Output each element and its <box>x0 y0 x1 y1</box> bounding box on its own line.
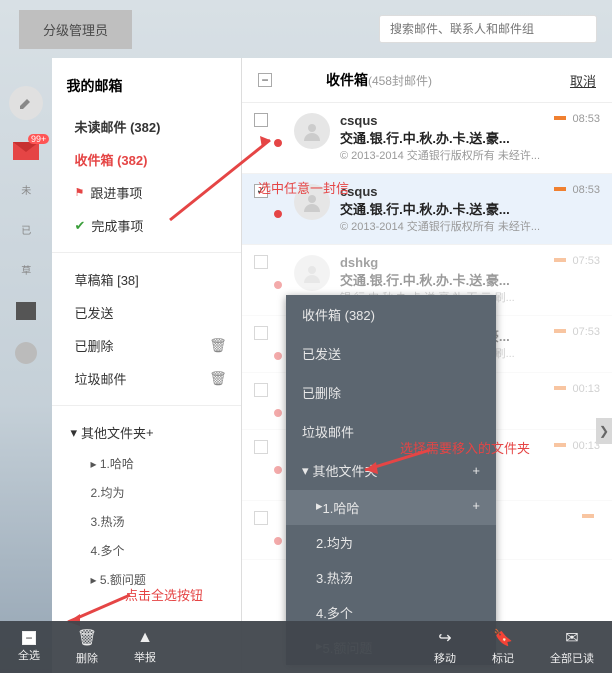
mail-checkbox[interactable] <box>254 440 268 454</box>
sidebar-spam[interactable]: 垃圾邮件🗑 <box>52 362 240 395</box>
mail-time: 00:13 <box>540 440 600 490</box>
pencil-icon <box>18 95 34 111</box>
sidebar-sent[interactable]: 已发送 <box>52 296 240 329</box>
avatar-icon <box>294 113 330 149</box>
mail-checkbox[interactable] <box>254 255 268 269</box>
sidebar-folder-item[interactable]: 2.均为 <box>52 478 240 507</box>
delete-button[interactable]: 🗑删除 <box>58 628 116 666</box>
unread-dot <box>274 210 282 218</box>
plus-icon[interactable]: + <box>472 463 480 478</box>
sidebar-inbox[interactable]: 收件箱 (382) <box>52 143 240 176</box>
sidebar-folder-item[interactable]: ▸ 5.额问题 <box>52 565 240 594</box>
mail-subject: 交通.银.行.中.秋.办.卡.送.豪... <box>340 199 540 218</box>
mail-time: 00:13 <box>540 383 600 419</box>
add-folder-icon[interactable]: + <box>146 425 154 440</box>
rail-label-1[interactable]: 未 <box>12 182 40 200</box>
left-rail: 99+ 未 已 草 <box>0 58 52 673</box>
unread-dot <box>274 139 282 147</box>
chevron-down-icon: ▾ <box>70 425 77 441</box>
move-popup: 收件箱 (382) 已发送 已删除 垃圾邮件 ▾其他文件夹+ ▸ 1.哈哈+ 2… <box>286 295 496 665</box>
mail-open-icon: ✉ <box>565 628 578 648</box>
move-icon: ↪ <box>438 628 451 648</box>
sidebar: 我的邮箱 未读邮件 (382) 收件箱 (382) ⚑跟进事项 ✔完成事项 草稿… <box>52 58 241 673</box>
mail-checkbox[interactable] <box>254 383 268 397</box>
mail-time: 08:53 <box>540 113 600 163</box>
sidebar-unread[interactable]: 未读邮件 (382) <box>52 110 240 143</box>
popup-inbox[interactable]: 收件箱 (382) <box>286 295 496 334</box>
unread-dot <box>274 409 282 417</box>
popup-folders-header[interactable]: ▾其他文件夹+ <box>286 451 496 490</box>
popup-deleted[interactable]: 已删除 <box>286 373 496 412</box>
unread-dot <box>274 281 282 289</box>
sidebar-deleted[interactable]: 已删除🗑 <box>52 329 240 362</box>
avatar-icon <box>294 255 330 291</box>
mail-sender: dshkg <box>340 255 540 270</box>
mail-summary: © 2013-2014 交通银行版权所有 未经许... <box>340 147 540 163</box>
mail-icon-wrap[interactable]: 99+ <box>13 142 39 160</box>
unread-dot <box>274 352 282 360</box>
mail-checkbox[interactable] <box>254 113 268 127</box>
select-all-button[interactable]: 全选 <box>0 631 58 663</box>
mail-time: 08:53 <box>540 184 600 234</box>
cancel-link[interactable]: 取消 <box>570 71 596 90</box>
mail-checkbox[interactable] <box>254 184 268 198</box>
check-icon: ✔ <box>74 218 85 234</box>
trash-icon[interactable]: 🗑 <box>209 337 227 354</box>
mail-sender: csqus <box>340 113 540 128</box>
bookmark-icon: 🔖 <box>493 628 513 648</box>
trash-icon[interactable]: 🗑 <box>209 370 227 387</box>
sidebar-folder-item[interactable]: 3.热汤 <box>52 507 240 536</box>
mail-subject: 交通.银.行.中.秋.办.卡.送.豪... <box>340 270 540 289</box>
report-button[interactable]: ▲举报 <box>116 629 174 665</box>
mail-time: 07:53 <box>540 255 600 305</box>
mail-sender: csqus <box>340 184 540 199</box>
mail-subject: 交通.银.行.中.秋.办.卡.送.豪... <box>340 128 540 147</box>
popup-sent[interactable]: 已发送 <box>286 334 496 373</box>
sidebar-folder-item[interactable]: ▸ 1.哈哈 <box>52 449 240 478</box>
move-button[interactable]: ↪移动 <box>416 628 474 666</box>
plus-icon[interactable]: + <box>472 498 480 517</box>
content-header: 收件箱(458封邮件) 取消 <box>242 58 612 103</box>
mail-icon <box>13 142 39 160</box>
compose-button[interactable] <box>9 86 43 120</box>
mail-summary: © 2013-2014 交通银行版权所有 未经许... <box>340 218 540 234</box>
read-all-button[interactable]: ✉全部已读 <box>532 628 612 666</box>
popup-folder-item[interactable]: 2.均为 <box>286 525 496 560</box>
admin-button[interactable]: 分级管理员 <box>19 10 132 49</box>
sidebar-folders-header[interactable]: ▾其他文件夹+ <box>52 416 240 449</box>
mark-button[interactable]: 🔖标记 <box>474 628 532 666</box>
flag-icon: ⚑ <box>74 186 84 199</box>
sidebar-done[interactable]: ✔完成事项 <box>52 209 240 242</box>
popup-folder-item[interactable]: ▸ 1.哈哈+ <box>286 490 496 525</box>
mail-time <box>540 511 600 549</box>
unread-badge: 99+ <box>28 134 49 144</box>
popup-spam[interactable]: 垃圾邮件 <box>286 412 496 451</box>
sidebar-follow[interactable]: ⚑跟进事项 <box>52 176 240 209</box>
mail-time: 07:53 <box>540 326 600 362</box>
popup-folder-item[interactable]: 3.热汤 <box>286 560 496 595</box>
profile-icon[interactable] <box>15 342 37 364</box>
sidebar-draft[interactable]: 草稿箱 [38] <box>52 263 240 296</box>
unread-dot <box>274 466 282 474</box>
rail-label-3[interactable]: 草 <box>12 262 40 280</box>
mail-row[interactable]: csqus交通.银.行.中.秋.办.卡.送.豪...© 2013-2014 交通… <box>242 103 612 174</box>
rail-label-2[interactable]: 已 <box>12 222 40 240</box>
avatar-icon <box>294 184 330 220</box>
bottom-toolbar: 全选 🗑删除 ▲举报 ↪移动 🔖标记 ✉全部已读 <box>0 621 612 673</box>
checkbox-icon <box>22 631 36 645</box>
search-input[interactable] <box>379 15 597 43</box>
sidebar-title: 我的邮箱 <box>52 76 240 110</box>
unread-dot <box>274 537 282 545</box>
mail-checkbox[interactable] <box>254 511 268 525</box>
folder-title: 收件箱(458封邮件) <box>326 70 432 90</box>
sidebar-folder-item[interactable]: 4.多个 <box>52 536 240 565</box>
mail-row[interactable]: csqus交通.银.行.中.秋.办.卡.送.豪...© 2013-2014 交通… <box>242 174 612 245</box>
warning-icon: ▲ <box>137 629 153 647</box>
mail-checkbox[interactable] <box>254 326 268 340</box>
next-page-button[interactable]: ❯ <box>596 418 612 444</box>
trash-icon: 🗑 <box>77 628 97 648</box>
chevron-down-icon: ▾ <box>302 463 309 479</box>
tower-icon[interactable] <box>16 302 36 320</box>
select-all-checkbox[interactable] <box>258 73 272 87</box>
